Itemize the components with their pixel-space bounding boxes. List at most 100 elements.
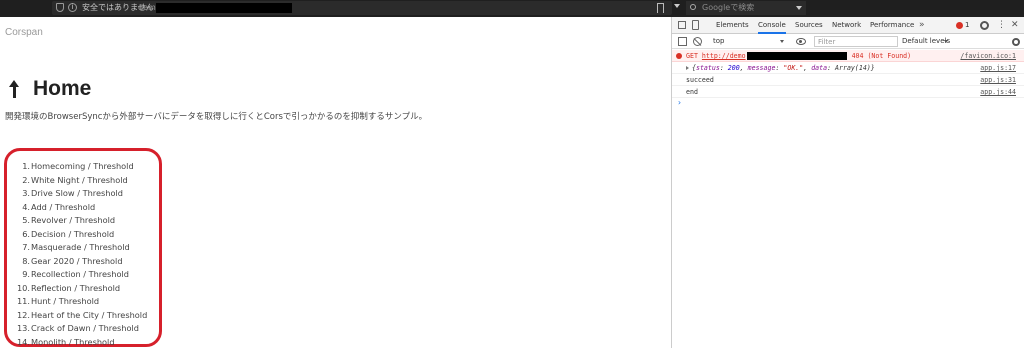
more-tabs-icon[interactable]: » bbox=[919, 17, 925, 33]
list-item-number: 2. bbox=[22, 174, 30, 185]
list-item-number: 7. bbox=[22, 242, 30, 252]
object-value: Array(14) bbox=[835, 64, 871, 72]
request-method: GET bbox=[686, 52, 698, 60]
source-link[interactable]: app.js:44 bbox=[980, 86, 1016, 98]
list-item: 11.Hunt / Threshold bbox=[7, 295, 147, 309]
list-item: 5.Revolver / Threshold bbox=[7, 214, 147, 228]
list-item-number: 13. bbox=[16, 323, 30, 333]
address-bar[interactable]: i 安全ではありません demo bbox=[52, 1, 672, 15]
object-value: 200 bbox=[727, 64, 740, 72]
list-item-number: 1. bbox=[22, 161, 30, 171]
list-item-number: 12. bbox=[16, 309, 30, 320]
list-item: 6.Decision / Threshold bbox=[7, 228, 147, 242]
console-filter-input[interactable]: Filter bbox=[814, 36, 898, 47]
devtools-tab-bar: Elements Console Sources Network Perform… bbox=[672, 17, 1024, 34]
levels-dropdown-icon[interactable] bbox=[944, 40, 948, 43]
list-item: 7.Masquerade / Threshold bbox=[7, 241, 147, 255]
page-title-text: Home bbox=[33, 77, 92, 100]
object-value: "OK." bbox=[783, 64, 804, 72]
list-item-number: 11. bbox=[16, 296, 30, 306]
tab-elements[interactable]: Elements bbox=[716, 17, 749, 34]
list-item-number: 4. bbox=[22, 201, 30, 212]
console-prompt[interactable]: › bbox=[672, 98, 1024, 108]
search-dropdown-icon[interactable] bbox=[796, 6, 802, 10]
context-selector[interactable]: top bbox=[710, 35, 790, 48]
source-link[interactable]: app.js:31 bbox=[980, 74, 1016, 86]
log-text: succeed bbox=[686, 76, 714, 84]
more-options-icon[interactable]: ⋮ bbox=[997, 17, 1006, 34]
log-levels-select[interactable]: Default levels bbox=[902, 35, 950, 48]
close-devtools-icon[interactable]: ✕ bbox=[1011, 17, 1019, 34]
list-item: 2.White Night / Threshold bbox=[7, 174, 147, 188]
source-link[interactable]: app.js:17 bbox=[980, 62, 1016, 74]
tab-performance[interactable]: Performance bbox=[870, 17, 914, 34]
object-key: status bbox=[695, 64, 720, 72]
error-count[interactable]: 1 bbox=[965, 17, 969, 34]
list-item: 3.Drive Slow / Threshold bbox=[7, 187, 147, 201]
list-item: 9.Recollection / Threshold bbox=[7, 268, 147, 282]
object-key: message bbox=[747, 64, 776, 72]
live-expression-eye-icon[interactable] bbox=[796, 38, 806, 45]
site-brand[interactable]: Corspan bbox=[5, 27, 43, 38]
error-status: 404 (Not Found) bbox=[851, 52, 912, 60]
list-item: 14.Monolith / Threshold bbox=[7, 336, 147, 348]
object-key: data bbox=[811, 64, 828, 72]
list-item-label: Revolver / Threshold bbox=[31, 215, 116, 225]
list-item: 4.Add / Threshold bbox=[7, 201, 147, 215]
list-item-number: 3. bbox=[22, 188, 30, 198]
console-log-row: succeed app.js:31 bbox=[672, 74, 1024, 86]
settings-gear-icon[interactable] bbox=[980, 21, 989, 30]
object-close: } bbox=[870, 64, 875, 72]
list-item: 1.Homecoming / Threshold bbox=[7, 160, 147, 174]
list-item: 8.Gear 2020 / Threshold bbox=[7, 255, 147, 269]
source-link[interactable]: /favicon.ico:1 bbox=[960, 50, 1016, 62]
list-item-number: 14. bbox=[16, 336, 30, 347]
list-item-label: Homecoming / Threshold bbox=[31, 161, 134, 171]
devtools-panel: Elements Console Sources Network Perform… bbox=[671, 17, 1024, 348]
info-icon[interactable]: i bbox=[68, 3, 77, 12]
list-item-label: Recollection / Threshold bbox=[31, 269, 129, 279]
context-dropdown-icon[interactable] bbox=[780, 40, 784, 43]
browser-toolbar: i 安全ではありません demo Googleで検索 bbox=[0, 0, 1024, 17]
list-item-label: Hunt / Threshold bbox=[31, 296, 100, 306]
console-log-row: end app.js:44 bbox=[672, 86, 1024, 98]
list-item-number: 10. bbox=[16, 282, 30, 293]
error-url[interactable]: http://demo bbox=[702, 52, 746, 60]
list-item-number: 9. bbox=[22, 269, 30, 279]
error-icon[interactable] bbox=[956, 22, 963, 29]
expand-caret-icon[interactable] bbox=[686, 66, 689, 70]
tab-network[interactable]: Network bbox=[832, 17, 861, 34]
sidebar-toggle-icon[interactable] bbox=[678, 37, 687, 46]
error-icon bbox=[676, 53, 682, 59]
track-list: 1.Homecoming / Threshold 2.White Night / … bbox=[7, 160, 147, 348]
list-item: 12.Heart of the City / Threshold bbox=[7, 309, 147, 323]
list-item: 10.Reflection / Threshold bbox=[7, 282, 147, 296]
shield-icon[interactable] bbox=[56, 3, 64, 12]
address-dropdown-icon[interactable] bbox=[674, 4, 680, 8]
page-title: Home bbox=[9, 77, 91, 101]
web-page: Corspan Home 開発環境のBrowserSyncから外部サーバにデータ… bbox=[0, 17, 671, 348]
search-placeholder: Googleで検索 bbox=[702, 3, 755, 12]
redacted-url-block bbox=[746, 52, 847, 60]
bookmark-icon[interactable] bbox=[657, 3, 664, 13]
tab-console[interactable]: Console bbox=[758, 17, 786, 34]
list-item-number: 8. bbox=[22, 255, 30, 266]
list-item-label: Masquerade / Threshold bbox=[31, 242, 130, 252]
clear-console-icon[interactable] bbox=[693, 37, 702, 46]
list-item-label: Reflection / Threshold bbox=[31, 282, 121, 293]
list-item-label: Crack of Dawn / Threshold bbox=[31, 323, 139, 333]
list-item-label: Gear 2020 / Threshold bbox=[31, 255, 123, 266]
list-item-label: Add / Threshold bbox=[31, 201, 96, 212]
console-object-row[interactable]: {status: 200, message: "OK.", data: Arra… bbox=[672, 62, 1024, 74]
page-description: 開発環境のBrowserSyncから外部サーバにデータを取得しに行くとCorsで… bbox=[5, 112, 428, 122]
device-toolbar-icon[interactable] bbox=[692, 20, 699, 30]
list-item-label: Heart of the City / Threshold bbox=[31, 309, 148, 320]
tab-sources[interactable]: Sources bbox=[795, 17, 823, 34]
track-list-highlight: 1.Homecoming / Threshold 2.White Night / … bbox=[4, 148, 162, 347]
arrow-up-icon bbox=[9, 80, 21, 98]
search-box[interactable]: Googleで検索 bbox=[686, 1, 806, 15]
console-settings-icon[interactable] bbox=[1012, 38, 1020, 46]
inspect-element-icon[interactable] bbox=[678, 21, 686, 29]
list-item: 13.Crack of Dawn / Threshold bbox=[7, 322, 147, 336]
list-item-number: 5. bbox=[22, 215, 30, 225]
